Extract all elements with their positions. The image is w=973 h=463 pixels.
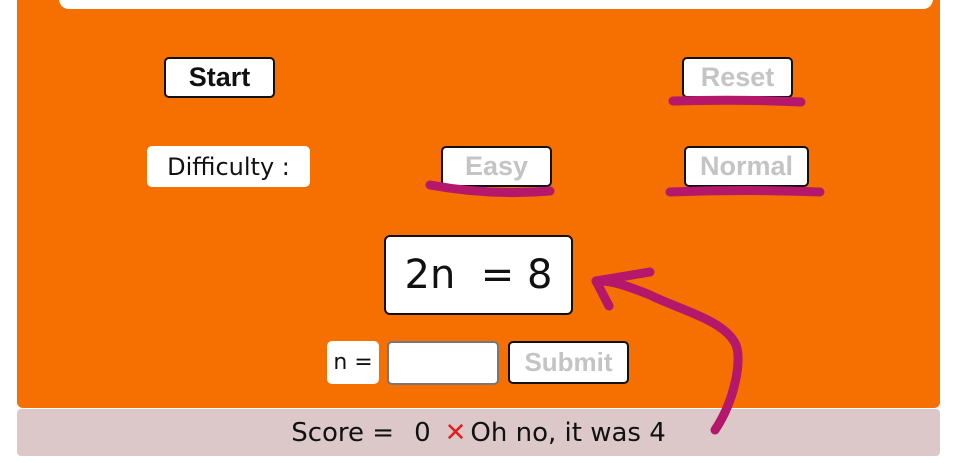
answer-input[interactable] (387, 341, 499, 385)
normal-button[interactable]: Normal (684, 146, 809, 187)
variable-label: n = (327, 341, 379, 384)
cross-icon: ✕ (444, 417, 467, 448)
status-bar: Score = 0 ✕ Oh no, it was 4 (17, 409, 940, 456)
top-card (59, 0, 933, 9)
difficulty-label: Difficulty : (147, 146, 310, 187)
reset-button[interactable]: Reset (682, 57, 793, 98)
equation-display: 2n = 8 (384, 235, 573, 315)
result-message: Oh no, it was 4 (470, 417, 666, 448)
submit-button[interactable]: Submit (508, 341, 629, 384)
score-label: Score = (291, 417, 395, 448)
easy-button[interactable]: Easy (441, 146, 552, 187)
start-button[interactable]: Start (164, 57, 275, 98)
score-value: 0 (414, 417, 431, 448)
